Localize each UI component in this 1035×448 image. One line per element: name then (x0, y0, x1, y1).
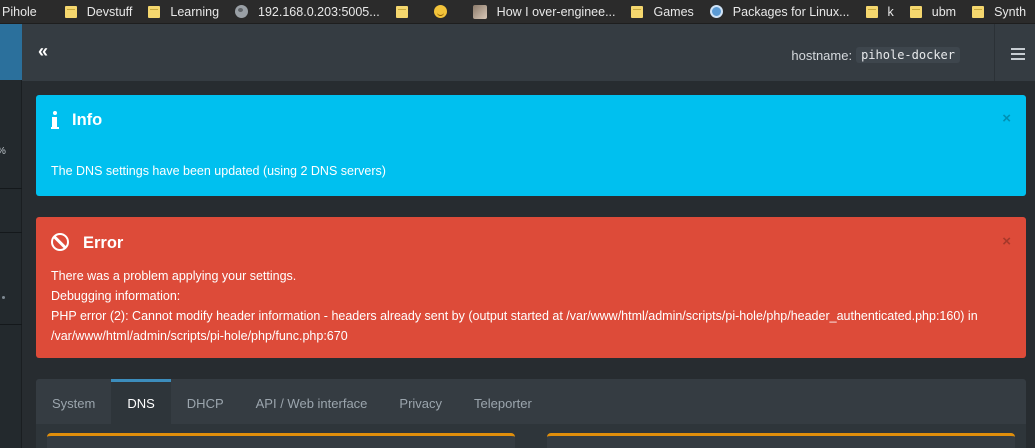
tab-dhcp[interactable]: DHCP (171, 379, 240, 424)
bookmark-emoji[interactable] (426, 0, 465, 23)
ban-icon (51, 233, 69, 251)
bookmark-local-ip[interactable]: 192.168.0.203:5005... (227, 0, 388, 23)
tab-privacy[interactable]: Privacy (383, 379, 458, 424)
bookmark-label: k (887, 4, 894, 19)
error-alert-body: There was a problem applying your settin… (51, 266, 1011, 346)
hostname-label: hostname: (791, 47, 853, 63)
bookmark-label: Games (653, 4, 694, 19)
info-alert-title: Info (72, 111, 103, 129)
error-line: Debugging information: (51, 289, 181, 303)
bookmark-label: Learning (170, 4, 220, 19)
sidebar-divider (0, 232, 22, 233)
sidebar-logo-area[interactable] (0, 24, 22, 80)
folder-icon (631, 5, 644, 19)
hamburger-menu-icon[interactable] (1011, 48, 1025, 60)
folder-icon (909, 5, 922, 19)
close-icon[interactable]: × (1002, 234, 1011, 249)
emoji-icon (433, 5, 447, 18)
sidebar: % (0, 24, 22, 448)
folder-icon (972, 5, 985, 19)
bookmark-synth[interactable]: Synth (964, 0, 1034, 23)
info-alert: Info × The DNS settings have been update… (36, 95, 1026, 196)
bookmark-label: Packages for Linux... (732, 4, 850, 19)
tab-content-area (36, 424, 1026, 448)
bookmark-label: ubm (931, 4, 957, 19)
settings-tabs: System DNS DHCP API / Web interface Priv… (36, 379, 548, 424)
search-icon (709, 5, 723, 18)
folder-icon (64, 5, 77, 19)
bookmarks-bar: Pihole Devstuff Learning 192.168.0.203:5… (0, 0, 1035, 24)
bookmark-label: How I over-enginee... (496, 4, 616, 19)
sidebar-divider (0, 188, 22, 189)
folder-icon (148, 5, 161, 19)
sidebar-stat-text: % (0, 146, 6, 157)
info-alert-message: The DNS settings have been updated (usin… (51, 164, 386, 178)
sidebar-status-dot (2, 296, 5, 299)
bookmark-pihole[interactable]: Pihole (0, 0, 57, 23)
tab-api-web-interface[interactable]: API / Web interface (240, 379, 384, 424)
tab-system[interactable]: System (36, 379, 111, 424)
avatar-icon (472, 4, 487, 19)
sidebar-collapse-button[interactable]: « (38, 42, 56, 61)
error-alert: Error × There was a problem applying you… (36, 217, 1026, 358)
error-line: There was a problem applying your settin… (51, 269, 297, 283)
error-php-details: PHP error (2): Cannot modify header info… (51, 309, 978, 343)
error-alert-title: Error (83, 234, 124, 252)
folder-icon (395, 5, 408, 19)
upstream-dns-panel (47, 433, 515, 448)
bookmark-devstuff[interactable]: Devstuff (57, 0, 141, 23)
bookmark-learning[interactable]: Learning (140, 0, 227, 23)
bookmark-label: Pihole (2, 4, 37, 19)
bookmark-k[interactable]: k (858, 0, 902, 23)
settings-tabs-box: System DNS DHCP API / Web interface Priv… (36, 379, 1026, 448)
tab-teleporter[interactable]: Teleporter (458, 379, 548, 424)
bookmark-over-engineered[interactable]: How I over-enginee... (465, 0, 624, 23)
top-header: « hostname: pihole-docker (22, 24, 1035, 81)
header-divider (994, 24, 995, 81)
close-icon[interactable]: × (1002, 111, 1011, 126)
info-icon (51, 111, 59, 129)
bookmark-games[interactable]: Games (623, 0, 701, 23)
globe-icon (235, 5, 249, 18)
tab-dns[interactable]: DNS (111, 379, 172, 424)
bookmark-label: Synth (994, 4, 1027, 19)
bookmark-label: Devstuff (86, 4, 133, 19)
bookmark-ubm[interactable]: ubm (902, 0, 964, 23)
sidebar-divider (0, 324, 22, 325)
bookmark-label: 192.168.0.203:5005... (258, 4, 380, 19)
interface-settings-panel (547, 433, 1015, 448)
bookmark-unnamed-folder[interactable] (388, 0, 426, 23)
bookmark-packages-linux[interactable]: Packages for Linux... (702, 0, 858, 23)
folder-icon (865, 5, 878, 19)
hostname-display: hostname: pihole-docker (791, 47, 960, 63)
hostname-value: pihole-docker (856, 47, 960, 63)
